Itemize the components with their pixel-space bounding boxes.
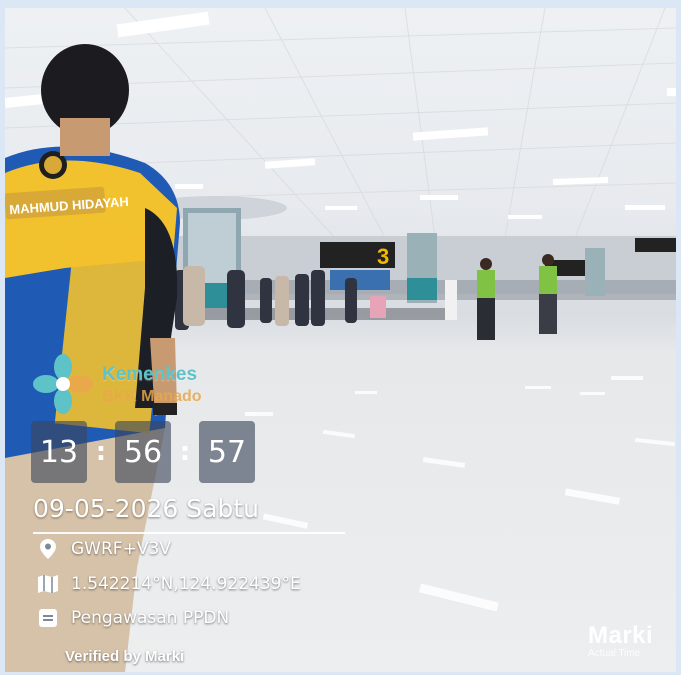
divider bbox=[33, 532, 345, 534]
note-row: Pengawasan PPDN bbox=[37, 607, 229, 629]
clock-hours: 13 bbox=[31, 421, 87, 483]
clock-seconds: 57 bbox=[199, 421, 255, 483]
clock-separator: : bbox=[95, 437, 107, 467]
kemenkes-logo bbox=[33, 354, 93, 414]
coordinates-text: 1.542214°N,124.922439°E bbox=[71, 574, 301, 594]
watermark-name: Marki bbox=[588, 622, 654, 649]
timestamp-clock: 13 : 56 : 57 bbox=[31, 421, 255, 483]
marki-watermark: Marki Actual Time bbox=[588, 622, 653, 659]
carousel-number: 3 bbox=[377, 244, 389, 269]
map-icon bbox=[37, 573, 59, 595]
brand-name: Kemenkes bbox=[102, 364, 198, 385]
brand-text: Kemenkes BKK Manado bbox=[102, 364, 202, 406]
date-label: 09-05-2026 Sabtu bbox=[33, 494, 259, 523]
verified-label: Verified by Marki bbox=[65, 648, 185, 665]
plus-code-text: GWRF+V3V bbox=[71, 539, 171, 559]
plus-code-row: GWRF+V3V bbox=[37, 538, 171, 560]
note-text: Pengawasan PPDN bbox=[71, 608, 230, 628]
note-icon bbox=[37, 607, 59, 629]
photo-frame: 3 MAHMUD HIDAYAH Kemenkes BKK Manado 13 … bbox=[5, 8, 676, 672]
watermark-tagline: Actual Time bbox=[588, 648, 641, 659]
brand-subtitle: BKK Manado bbox=[102, 388, 202, 405]
clock-separator: : bbox=[179, 437, 191, 467]
clock-minutes: 56 bbox=[115, 421, 171, 483]
coordinates-row: 1.542214°N,124.922439°E bbox=[37, 573, 301, 595]
location-pin-icon bbox=[37, 538, 59, 560]
